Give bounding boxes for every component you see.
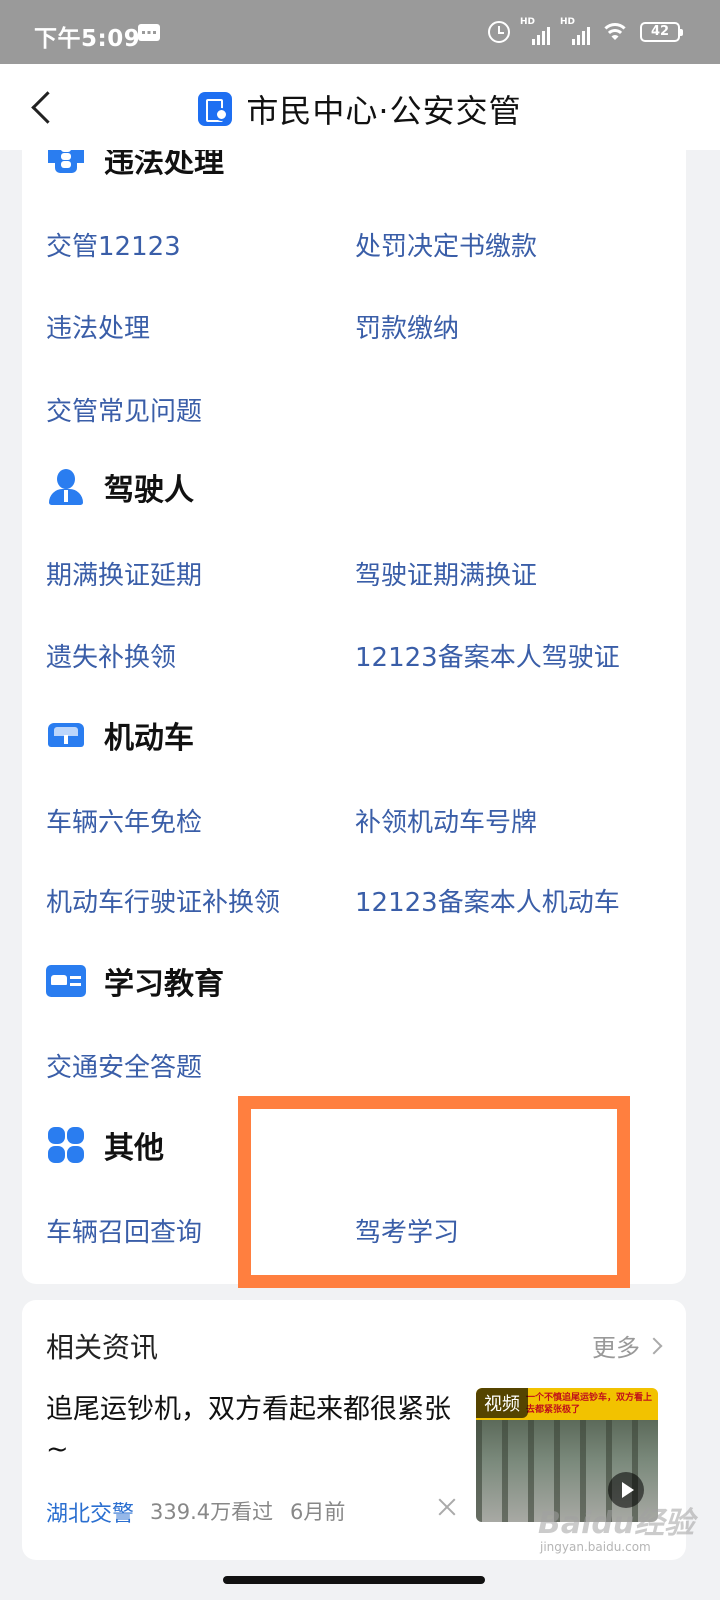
section-title: 驾驶人 bbox=[104, 473, 194, 508]
battery-icon: 42 bbox=[640, 22, 683, 42]
service-link-renewal-extension[interactable]: 期满换证延期 bbox=[46, 555, 202, 592]
service-link-license-renewal[interactable]: 驾驶证期满换证 bbox=[355, 555, 537, 592]
section-title: 其他 bbox=[104, 1131, 164, 1166]
section-title: 学习教育 bbox=[104, 967, 224, 1002]
service-link-faq[interactable]: 交管常见问题 bbox=[46, 391, 202, 428]
section-other: 其他 bbox=[46, 1122, 164, 1168]
news-source[interactable]: 湖北交警 bbox=[46, 1496, 134, 1528]
chevron-right-icon bbox=[645, 1337, 663, 1354]
message-icon bbox=[138, 24, 160, 41]
page-title: 市民中心·公安交管 bbox=[246, 92, 522, 130]
status-time: 下午5:09 bbox=[34, 26, 141, 52]
home-indicator[interactable] bbox=[223, 1576, 485, 1584]
news-headline[interactable]: 追尾运钞机，双方看起来都很紧张~ bbox=[46, 1390, 456, 1470]
wifi-icon bbox=[600, 21, 630, 43]
watermark-logo: Baidu经验 bbox=[538, 1506, 695, 1541]
traffic-light-icon bbox=[46, 150, 86, 179]
service-link-fine-payment[interactable]: 罚款缴纳 bbox=[355, 308, 459, 345]
section-vehicle: 机动车 bbox=[46, 712, 194, 758]
service-link-violation-handling[interactable]: 违法处理 bbox=[46, 308, 150, 345]
signal-icon: HD bbox=[520, 17, 550, 45]
service-link-jiaoguan12123[interactable]: 交管12123 bbox=[46, 226, 181, 263]
section-driver: 驾驶人 bbox=[46, 464, 194, 510]
thumbnail-caption: 一个不慎追尾运钞车，双方看上去都紧张极了 bbox=[526, 1393, 653, 1415]
highlight-box bbox=[238, 1096, 630, 1288]
service-link-register-license[interactable]: 12123备案本人驾驶证 bbox=[355, 637, 620, 674]
service-link-penalty-payment[interactable]: 处罚决定书缴款 bbox=[355, 226, 537, 263]
news-section-title: 相关资讯 bbox=[46, 1331, 159, 1364]
service-link-register-vehicle[interactable]: 12123备案本人机动车 bbox=[355, 882, 620, 919]
service-link-registration-replacement[interactable]: 机动车行驶证补换领 bbox=[46, 882, 280, 919]
news-time: 6月前 bbox=[290, 1500, 346, 1524]
section-title: 机动车 bbox=[104, 721, 194, 756]
more-link[interactable]: 更多 bbox=[592, 1328, 663, 1363]
section-title: 违法处理 bbox=[104, 150, 224, 180]
grid-icon bbox=[46, 1125, 86, 1165]
alarm-icon bbox=[488, 21, 510, 43]
status-bar: 下午5:09 HD HD 42 bbox=[0, 0, 720, 64]
driver-icon bbox=[46, 467, 86, 507]
id-card-icon bbox=[46, 961, 86, 1001]
signal-icon-2: HD bbox=[560, 17, 590, 45]
more-label: 更多 bbox=[592, 1334, 640, 1362]
dismiss-icon[interactable] bbox=[436, 1496, 458, 1518]
car-icon bbox=[46, 715, 86, 755]
service-link-lost-replacement[interactable]: 遗失补换领 bbox=[46, 637, 176, 674]
service-link-vehicle-recall[interactable]: 车辆召回查询 bbox=[46, 1212, 202, 1249]
news-views: 339.4万看过 bbox=[150, 1500, 274, 1524]
section-education: 学习教育 bbox=[46, 958, 224, 1004]
service-link-plate-replacement[interactable]: 补领机动车号牌 bbox=[355, 802, 537, 839]
service-app-icon bbox=[198, 92, 233, 126]
status-icons: HD HD 42 bbox=[488, 17, 683, 46]
nav-header: 市民中心·公安交管 bbox=[0, 64, 720, 150]
watermark-url: jingyan.baidu.com bbox=[540, 1540, 651, 1554]
video-tag: 视频 bbox=[476, 1388, 528, 1418]
service-link-safety-quiz[interactable]: 交通安全答题 bbox=[46, 1047, 202, 1084]
service-link-six-year-exemption[interactable]: 车辆六年免检 bbox=[46, 802, 202, 839]
section-violation: 违法处理 bbox=[46, 150, 224, 182]
